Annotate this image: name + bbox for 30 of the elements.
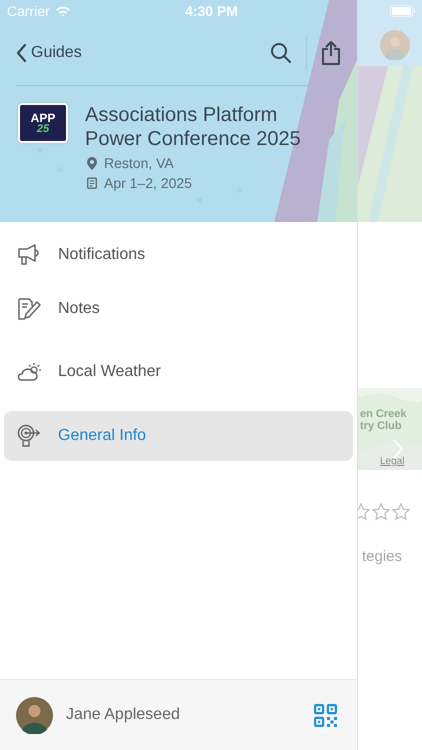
- qr-code-icon[interactable]: [314, 704, 337, 726]
- avatar: [380, 30, 410, 60]
- event-title: Associations Platform Power Conference 2025: [85, 103, 302, 151]
- user-name: Jane Appleseed: [66, 706, 181, 724]
- menu-item[interactable]: Notes: [4, 284, 353, 334]
- target-bulb-icon: [17, 424, 41, 448]
- chevron-left-icon: [16, 43, 27, 63]
- megaphone-icon: [17, 244, 41, 266]
- notes-pencil-icon: [17, 297, 41, 321]
- battery-icon: [390, 5, 416, 17]
- event-location: Reston, VA: [104, 155, 174, 171]
- event-logo: APP 25: [18, 103, 68, 143]
- category-text: tegies: [362, 548, 404, 565]
- location-pin-icon: [87, 156, 97, 170]
- venue-caption: en Creek: [360, 408, 408, 420]
- venue-caption: try Club: [360, 420, 403, 432]
- wifi-icon: [54, 5, 71, 17]
- menu-item[interactable]: Local Weather: [4, 347, 353, 397]
- calendar-icon: [87, 177, 97, 189]
- sun-cloud-icon: [17, 362, 41, 382]
- clock: 4:30 PM: [185, 3, 238, 19]
- event-dates: Apr 1–2, 2025: [104, 175, 192, 191]
- menu-item[interactable]: Notifications: [4, 230, 353, 280]
- carrier-label: Carrier: [7, 3, 50, 19]
- back-button[interactable]: Guides: [16, 43, 82, 63]
- share-icon[interactable]: [321, 40, 341, 66]
- star-icon: [372, 503, 390, 521]
- star-icon: [392, 503, 410, 521]
- search-icon[interactable]: [270, 42, 292, 64]
- avatar: [16, 696, 53, 734]
